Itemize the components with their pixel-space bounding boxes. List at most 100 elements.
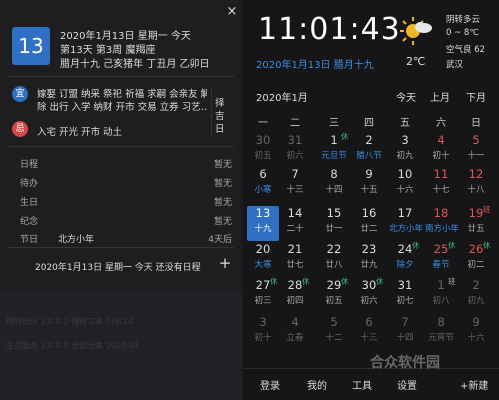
weekday-header: 六 (436, 118, 446, 129)
day-cell[interactable]: 28 初四休 (279, 277, 311, 313)
day-number: 11 (433, 167, 449, 181)
prev-month-button[interactable]: 上月 (430, 89, 450, 104)
lunar-date: 元旦节 (321, 151, 347, 161)
holiday-badge: 休 (412, 241, 420, 250)
day-cell[interactable]: 23 廿九 (353, 242, 385, 277)
ji-badge: 忌 (12, 121, 28, 137)
add-schedule-button[interactable]: + (218, 255, 232, 271)
lunar-date: 初四 (286, 296, 304, 306)
day-cell[interactable]: 30 初五 (247, 133, 279, 168)
lunar-date: 十七 (432, 185, 450, 195)
next-month-button[interactable]: 下月 (466, 89, 486, 104)
day-number: 2 (365, 133, 373, 147)
lunar-date: 元宵节 (428, 333, 454, 343)
day-cell[interactable]: 3 初十 (247, 315, 279, 350)
lunar-date-text[interactable]: 2020年1月13日 腊月十九 (256, 56, 374, 71)
month-selector[interactable]: 2020年1月 (256, 89, 308, 104)
day-cell[interactable]: 19 廿五班 (460, 205, 492, 241)
lunar-date: 廿二 (360, 224, 378, 234)
day-cell[interactable]: 6 十三 (353, 315, 385, 350)
todo-value[interactable]: 暂无 (196, 176, 232, 189)
lunar-date: 廿九 (360, 260, 378, 270)
day-cell[interactable]: 5 十二 (318, 315, 350, 350)
schedule-value[interactable]: 暂无 (196, 157, 232, 170)
lunar-date: 廿五 (467, 224, 485, 234)
divider (8, 76, 234, 77)
day-cell[interactable]: 21 廿七 (279, 242, 311, 277)
lunar-date: 十三 (286, 185, 304, 195)
holiday-badge: 休 (341, 277, 349, 286)
day-number: 13 (255, 206, 271, 220)
jiri-char: 日 (215, 124, 225, 135)
partly-cloudy-icon[interactable] (400, 14, 434, 48)
login-button[interactable]: 登录 (260, 377, 280, 392)
day-cell[interactable]: 17 北方小年 (389, 206, 424, 241)
tools-button[interactable]: 工具 (352, 377, 372, 392)
holiday-value[interactable]: 4天后 (196, 232, 232, 245)
day-cell[interactable]: 10 十六 (389, 167, 421, 202)
day-cell[interactable]: 1 元旦节休 (318, 132, 350, 168)
day-cell[interactable]: 25 春节休 (425, 241, 457, 277)
holiday-badge: 休 (376, 277, 384, 286)
day-cell[interactable]: 29 初五休 (318, 277, 350, 313)
day-cell[interactable]: 24 除夕休 (389, 241, 421, 277)
holiday-label: 节日 (20, 235, 39, 245)
day-number: 12 (468, 167, 484, 181)
holiday-badge: 班 (448, 277, 456, 286)
new-button[interactable]: +新建 (460, 377, 488, 392)
lunar-date: 十五 (360, 185, 378, 195)
day-cell[interactable]: 11 十七 (425, 167, 457, 202)
day-cell[interactable]: 27 初三休 (247, 277, 279, 313)
day-cell[interactable]: 3 初九 (389, 133, 421, 168)
day-cell[interactable]: 18 南方小年 (425, 206, 459, 241)
day-cell[interactable]: 31 初七 (389, 278, 421, 313)
settings-button[interactable]: 设置 (397, 377, 417, 392)
day-cell[interactable]: 22 廿八 (318, 242, 350, 277)
holiday-badge: 休 (302, 277, 310, 286)
day-cell[interactable]: 15 廿一 (318, 206, 350, 241)
schedule-label: 日程 (20, 160, 39, 170)
today-button[interactable]: 今天 (396, 89, 416, 104)
birthday-value[interactable]: 暂无 (196, 195, 232, 208)
day-cell[interactable]: 12 十八 (460, 167, 492, 202)
day-cell[interactable]: 30 初六休 (353, 277, 385, 313)
no-schedule-text: 2020年1月13日 星期一 今天 还没有日程 (35, 263, 201, 273)
day-cell-today[interactable]: 13 十九 (247, 206, 279, 241)
mine-button[interactable]: 我的 (307, 377, 327, 392)
day-cell[interactable]: 31 初六 (279, 133, 311, 168)
day-cell[interactable]: 6 小寒 (247, 167, 279, 202)
day-cell[interactable]: 4 初十 (425, 133, 457, 168)
day-cell[interactable]: 7 十四 (389, 315, 421, 350)
day-cell[interactable]: 8 元宵节 (425, 315, 457, 350)
day-cell[interactable]: 16 廿二 (353, 206, 385, 241)
day-cell[interactable]: 20 大寒 (247, 242, 279, 277)
day-cell[interactable]: 9 十五 (353, 167, 385, 202)
anniversary-value[interactable]: 暂无 (196, 214, 232, 227)
lunar-date: 初五 (254, 151, 272, 161)
day-cell[interactable]: 8 十四 (318, 167, 350, 202)
yi-text-line2: 除 出行 入学 纳财 开市 交易 立券 习艺… (37, 102, 207, 113)
day-number: 9 (365, 167, 373, 181)
close-icon[interactable]: × (226, 5, 238, 19)
lunar-date: 北方小年 (389, 224, 424, 234)
day-cell[interactable]: 7 十三 (279, 167, 311, 202)
auspicious-day-button[interactable]: 择 吉 日 (211, 87, 233, 137)
jiri-char: 择 (215, 98, 225, 109)
day-cell[interactable]: 14 二十 (279, 206, 311, 241)
temp-range: 0 ~ 8℃ (446, 28, 479, 38)
day-cell[interactable]: 1 初八班 (425, 277, 457, 313)
day-number-tile: 13 (12, 27, 50, 65)
city-name[interactable]: 武汉 (446, 58, 463, 70)
lunar-date: 初九 (396, 151, 414, 161)
day-cell[interactable]: 5 十一 (460, 133, 492, 168)
day-cell[interactable]: 2 初九 (460, 278, 492, 313)
background-row: 生活服务 1.0.0.9 全部分类 2020-01 (6, 341, 140, 350)
yi-badge: 宜 (12, 86, 28, 102)
lunar-date: 初十 (432, 151, 450, 161)
lunar-date: 十九 (254, 224, 272, 234)
day-cell[interactable]: 9 十六 (460, 315, 492, 350)
day-cell[interactable]: 26 初二休 (460, 241, 492, 277)
day-cell[interactable]: 4 立春 (279, 315, 311, 350)
day-cell[interactable]: 2 腊八节 (353, 133, 385, 168)
lunar-date: 初七 (396, 296, 414, 306)
